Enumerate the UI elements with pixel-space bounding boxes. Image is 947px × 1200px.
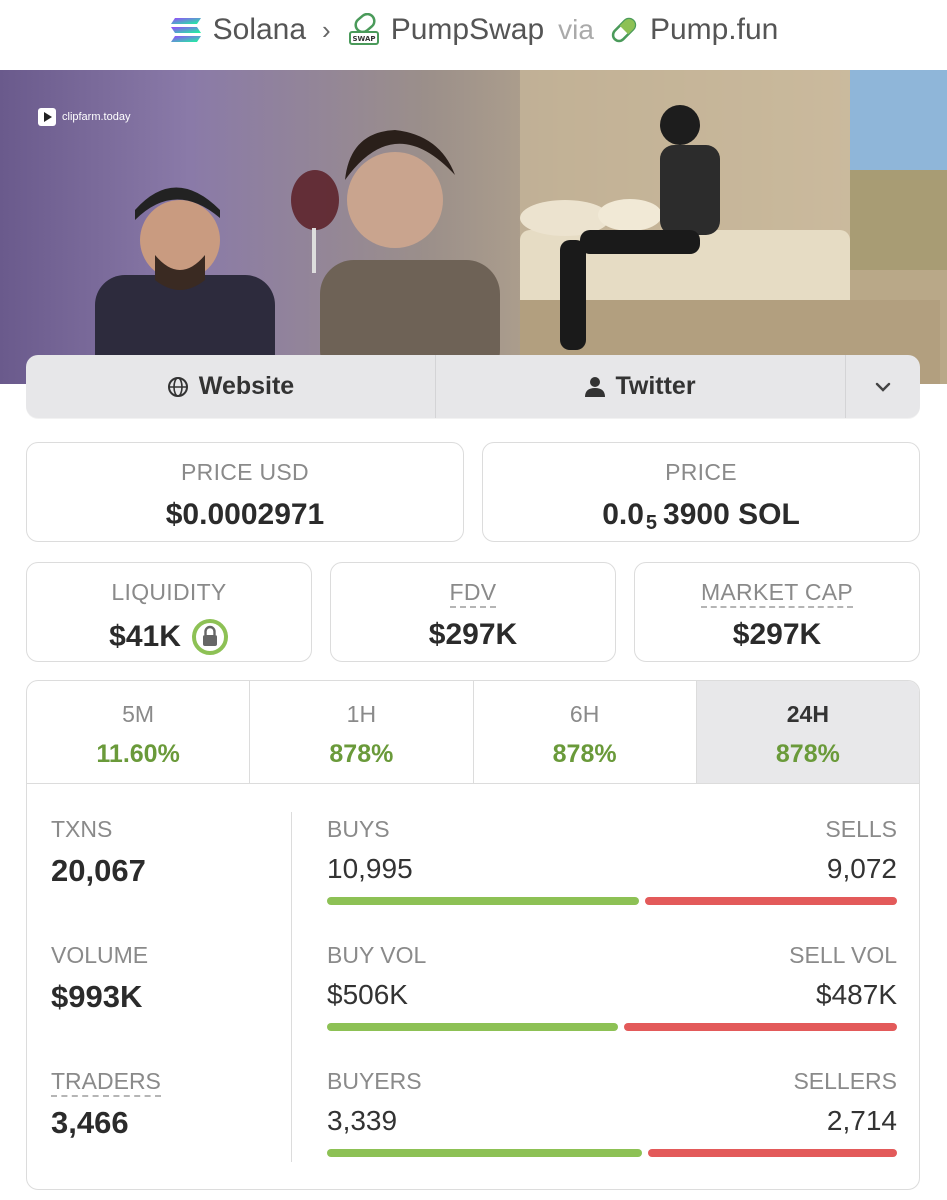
chain-label: Solana xyxy=(212,13,307,46)
sells-value: 9,072 xyxy=(826,853,897,884)
fdv-card: FDV $297K xyxy=(330,562,616,662)
tab-1h[interactable]: 1H 878% xyxy=(250,681,474,783)
solana-icon xyxy=(170,18,201,42)
price-usd-card: PRICE USD $0.0002971 xyxy=(26,442,464,542)
market-cap-label[interactable]: MARKET CAP xyxy=(700,579,854,608)
buys-sells-ratio-bar xyxy=(327,897,897,905)
tab-change: 11.60% xyxy=(96,740,180,768)
price-native-label: PRICE xyxy=(665,459,737,485)
banner-illustration xyxy=(95,70,947,384)
traders-split: BUYERS SELLERS 3,339 2,714 xyxy=(327,1068,897,1157)
volume-value: $993K xyxy=(51,979,143,1014)
launchpad-label: Pump.fun xyxy=(649,13,779,46)
sell-bar xyxy=(623,1023,897,1031)
market-cap-value: $297K xyxy=(732,618,822,651)
twitter-button[interactable]: Twitter xyxy=(436,355,846,418)
tab-6h[interactable]: 6H 878% xyxy=(474,681,697,783)
buy-vol-value: $506K xyxy=(327,979,408,1010)
txns-label: TXNS xyxy=(51,816,113,842)
price-native-prefix: 0.0 xyxy=(602,498,644,531)
volume-label: VOLUME xyxy=(51,942,149,968)
traders-stat: TRADERS 3,466 xyxy=(51,1068,161,1141)
dex-label: PumpSwap xyxy=(390,13,545,46)
via-label: via xyxy=(558,14,594,45)
price-native-card: PRICE 0.0 5 3900 SOL xyxy=(482,442,920,542)
txns-value: 20,067 xyxy=(51,853,146,888)
chevron-right-icon: › xyxy=(322,14,331,45)
sellers-value: 2,714 xyxy=(826,1105,897,1136)
buy-vol-label: BUY VOL xyxy=(327,942,427,968)
lock-icon[interactable] xyxy=(191,618,229,656)
sells-label: SELLS xyxy=(825,816,897,842)
stats-body: TXNS 20,067 VOLUME $993K TRADERS 3,466 B… xyxy=(27,784,919,1189)
price-native-zero-count: 5 xyxy=(645,511,658,534)
tab-label: 6H xyxy=(569,701,600,727)
social-links-bar: Website Twitter xyxy=(26,355,920,418)
sell-vol-value: $487K xyxy=(816,979,897,1010)
tab-5m[interactable]: 5M 11.60% xyxy=(27,681,251,783)
token-banner-image: clipfarm.today xyxy=(0,70,947,384)
traders-value: 3,466 xyxy=(51,1105,129,1140)
traders-label[interactable]: TRADERS xyxy=(51,1068,161,1097)
volume-split: BUY VOL SELL VOL $506K $487K xyxy=(327,942,897,1031)
buys-label: BUYS xyxy=(327,816,390,842)
globe-icon xyxy=(167,376,188,397)
price-native-rest: 3900 SOL xyxy=(663,498,800,531)
breadcrumb-launchpad[interactable]: Pump.fun xyxy=(608,13,778,47)
stats-divider xyxy=(291,812,292,1162)
volume-stat: VOLUME $993K xyxy=(51,942,148,1015)
breadcrumb-chain[interactable]: Solana xyxy=(169,13,306,47)
website-label: Website xyxy=(198,372,295,400)
price-usd-label: PRICE USD xyxy=(181,459,309,485)
tab-24h[interactable]: 24H 878% xyxy=(696,681,919,783)
chevron-down-icon xyxy=(875,382,891,392)
user-icon xyxy=(585,376,606,397)
sell-vol-label: SELL VOL xyxy=(789,942,897,968)
twitter-label: Twitter xyxy=(615,372,696,400)
traders-ratio-bar xyxy=(327,1149,897,1157)
pumpswap-icon: SWAP xyxy=(348,13,379,45)
tab-change: 878% xyxy=(329,740,394,768)
buy-bar xyxy=(327,1149,642,1157)
tab-label: 24H xyxy=(786,701,829,727)
txns-stat: TXNS 20,067 xyxy=(51,816,146,889)
pill-icon xyxy=(611,17,637,43)
tab-change: 878% xyxy=(552,740,617,768)
volume-ratio-bar xyxy=(327,1023,897,1031)
buys-sells-split: BUYS SELLS 10,995 9,072 xyxy=(327,816,897,905)
sell-bar xyxy=(647,1149,897,1157)
play-icon xyxy=(38,108,56,126)
trading-stats-panel: 5M 11.60% 1H 878% 6H 878% 24H 878% TXNS … xyxy=(26,680,920,1190)
banner-watermark-logo: clipfarm.today xyxy=(38,108,130,126)
fdv-value: $297K xyxy=(428,618,518,651)
sell-bar xyxy=(645,897,897,905)
tab-change: 878% xyxy=(775,740,840,768)
tab-label: 5M xyxy=(122,701,155,727)
buyers-value: 3,339 xyxy=(327,1105,398,1136)
liquidity-card: LIQUIDITY $41K xyxy=(26,562,312,662)
buys-value: 10,995 xyxy=(327,853,413,884)
liquidity-value: $41K xyxy=(109,620,181,653)
breadcrumb-dex[interactable]: SWAP PumpSwap xyxy=(347,13,544,47)
fdv-label[interactable]: FDV xyxy=(449,579,497,608)
sellers-label: SELLERS xyxy=(793,1068,897,1094)
market-cap-card: MARKET CAP $297K xyxy=(634,562,920,662)
buy-bar xyxy=(327,1023,618,1031)
tab-label: 1H xyxy=(346,701,377,727)
website-button[interactable]: Website xyxy=(26,355,436,418)
svg-text:SWAP: SWAP xyxy=(352,35,375,43)
buy-bar xyxy=(327,897,640,905)
price-usd-value: $0.0002971 xyxy=(165,498,325,531)
liquidity-label: LIQUIDITY xyxy=(111,579,227,605)
banner-watermark-text: clipfarm.today xyxy=(62,111,131,123)
buyers-label: BUYERS xyxy=(327,1068,422,1094)
timeframe-tabs: 5M 11.60% 1H 878% 6H 878% 24H 878% xyxy=(27,681,919,784)
more-links-button[interactable] xyxy=(846,355,920,418)
breadcrumb: Solana › SWAP PumpSwap via Pump.fun xyxy=(0,0,947,60)
